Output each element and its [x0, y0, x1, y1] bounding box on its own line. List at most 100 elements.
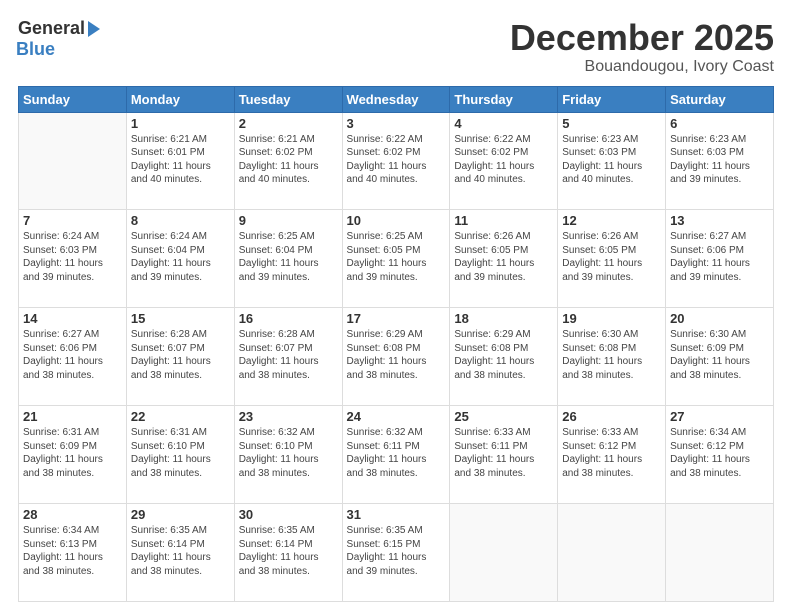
- location-text: Bouandougou, Ivory Coast: [510, 58, 774, 76]
- day-number: 20: [670, 311, 769, 326]
- calendar-cell: 30Sunrise: 6:35 AM Sunset: 6:14 PM Dayli…: [234, 504, 342, 602]
- day-info: Sunrise: 6:21 AM Sunset: 6:02 PM Dayligh…: [239, 133, 338, 187]
- day-info: Sunrise: 6:31 AM Sunset: 6:10 PM Dayligh…: [131, 426, 230, 480]
- page: General Blue December 2025 Bouandougou, …: [0, 0, 792, 612]
- calendar-cell: 1 Sunrise: 6:21 AM Sunset: 6:01 PM Daylig…: [126, 112, 234, 210]
- day-number: 14: [23, 311, 122, 326]
- calendar-cell: 3 Sunrise: 6:22 AM Sunset: 6:02 PM Daylig…: [342, 112, 450, 210]
- day-info: Sunrise: 6:24 AM Sunset: 6:04 PM Dayligh…: [131, 230, 230, 284]
- day-number: 17: [347, 311, 446, 326]
- month-title: December 2025: [510, 18, 774, 58]
- calendar-cell: 11 Sunrise: 6:26 AM Sunset: 6:05 PM Dayli…: [450, 210, 558, 308]
- day-number: 8: [131, 213, 230, 228]
- calendar-week-row: 1 Sunrise: 6:21 AM Sunset: 6:01 PM Daylig…: [19, 112, 774, 210]
- day-info: Sunrise: 6:21 AM Sunset: 6:01 PM Dayligh…: [131, 133, 230, 187]
- calendar-header-row: SundayMondayTuesdayWednesdayThursdayFrid…: [19, 86, 774, 112]
- calendar-cell: 14 Sunrise: 6:27 AM Sunset: 6:06 PM Dayli…: [19, 308, 127, 406]
- calendar-cell: 10 Sunrise: 6:25 AM Sunset: 6:05 PM Dayli…: [342, 210, 450, 308]
- day-info: Sunrise: 6:27 AM Sunset: 6:06 PM Dayligh…: [670, 230, 769, 284]
- calendar-cell: [558, 504, 666, 602]
- logo-arrow-icon: [88, 21, 100, 37]
- calendar-cell: 19 Sunrise: 6:30 AM Sunset: 6:08 PM Dayli…: [558, 308, 666, 406]
- day-info: Sunrise: 6:35 AM Sunset: 6:14 PM Dayligh…: [239, 524, 338, 578]
- day-info: Sunrise: 6:23 AM Sunset: 6:03 PM Dayligh…: [562, 133, 661, 187]
- header: General Blue December 2025 Bouandougou, …: [18, 18, 774, 76]
- day-number: 18: [454, 311, 553, 326]
- day-info: Sunrise: 6:30 AM Sunset: 6:08 PM Dayligh…: [562, 328, 661, 382]
- calendar-cell: 25 Sunrise: 6:33 AM Sunset: 6:11 PM Dayli…: [450, 406, 558, 504]
- day-info: Sunrise: 6:32 AM Sunset: 6:11 PM Dayligh…: [347, 426, 446, 480]
- day-number: 16: [239, 311, 338, 326]
- day-number: 5: [562, 116, 661, 131]
- day-info: Sunrise: 6:26 AM Sunset: 6:05 PM Dayligh…: [454, 230, 553, 284]
- calendar-week-row: 14 Sunrise: 6:27 AM Sunset: 6:06 PM Dayli…: [19, 308, 774, 406]
- col-header-wednesday: Wednesday: [342, 86, 450, 112]
- day-number: 6: [670, 116, 769, 131]
- day-number: 4: [454, 116, 553, 131]
- calendar-cell: 27Sunrise: 6:34 AM Sunset: 6:12 PM Dayli…: [666, 406, 774, 504]
- day-info: Sunrise: 6:22 AM Sunset: 6:02 PM Dayligh…: [347, 133, 446, 187]
- col-header-thursday: Thursday: [450, 86, 558, 112]
- day-info: Sunrise: 6:25 AM Sunset: 6:05 PM Dayligh…: [347, 230, 446, 284]
- calendar-week-row: 7Sunrise: 6:24 AM Sunset: 6:03 PM Daylig…: [19, 210, 774, 308]
- day-number: 3: [347, 116, 446, 131]
- day-info: Sunrise: 6:30 AM Sunset: 6:09 PM Dayligh…: [670, 328, 769, 382]
- col-header-tuesday: Tuesday: [234, 86, 342, 112]
- day-info: Sunrise: 6:33 AM Sunset: 6:11 PM Dayligh…: [454, 426, 553, 480]
- day-number: 25: [454, 409, 553, 424]
- day-number: 28: [23, 507, 122, 522]
- day-info: Sunrise: 6:35 AM Sunset: 6:15 PM Dayligh…: [347, 524, 446, 578]
- day-info: Sunrise: 6:29 AM Sunset: 6:08 PM Dayligh…: [454, 328, 553, 382]
- day-number: 26: [562, 409, 661, 424]
- calendar-cell: [666, 504, 774, 602]
- day-number: 31: [347, 507, 446, 522]
- day-number: 9: [239, 213, 338, 228]
- calendar-cell: 17Sunrise: 6:29 AM Sunset: 6:08 PM Dayli…: [342, 308, 450, 406]
- calendar-cell: 28Sunrise: 6:34 AM Sunset: 6:13 PM Dayli…: [19, 504, 127, 602]
- day-info: Sunrise: 6:23 AM Sunset: 6:03 PM Dayligh…: [670, 133, 769, 187]
- day-number: 21: [23, 409, 122, 424]
- day-info: Sunrise: 6:28 AM Sunset: 6:07 PM Dayligh…: [131, 328, 230, 382]
- logo: General Blue: [18, 18, 100, 60]
- day-number: 1: [131, 116, 230, 131]
- calendar-cell: 7Sunrise: 6:24 AM Sunset: 6:03 PM Daylig…: [19, 210, 127, 308]
- calendar-cell: 26Sunrise: 6:33 AM Sunset: 6:12 PM Dayli…: [558, 406, 666, 504]
- calendar-cell: 16 Sunrise: 6:28 AM Sunset: 6:07 PM Dayli…: [234, 308, 342, 406]
- day-number: 7: [23, 213, 122, 228]
- title-area: December 2025 Bouandougou, Ivory Coast: [510, 18, 774, 76]
- calendar-cell: 24Sunrise: 6:32 AM Sunset: 6:11 PM Dayli…: [342, 406, 450, 504]
- day-number: 19: [562, 311, 661, 326]
- calendar-cell: [450, 504, 558, 602]
- calendar-table: SundayMondayTuesdayWednesdayThursdayFrid…: [18, 86, 774, 602]
- calendar-cell: 31 Sunrise: 6:35 AM Sunset: 6:15 PM Dayli…: [342, 504, 450, 602]
- calendar-cell: 29Sunrise: 6:35 AM Sunset: 6:14 PM Dayli…: [126, 504, 234, 602]
- logo-general-text: General: [18, 18, 85, 39]
- day-info: Sunrise: 6:32 AM Sunset: 6:10 PM Dayligh…: [239, 426, 338, 480]
- col-header-saturday: Saturday: [666, 86, 774, 112]
- day-info: Sunrise: 6:35 AM Sunset: 6:14 PM Dayligh…: [131, 524, 230, 578]
- calendar-cell: 18 Sunrise: 6:29 AM Sunset: 6:08 PM Dayli…: [450, 308, 558, 406]
- calendar-cell: 23 Sunrise: 6:32 AM Sunset: 6:10 PM Dayli…: [234, 406, 342, 504]
- col-header-friday: Friday: [558, 86, 666, 112]
- day-info: Sunrise: 6:31 AM Sunset: 6:09 PM Dayligh…: [23, 426, 122, 480]
- day-info: Sunrise: 6:27 AM Sunset: 6:06 PM Dayligh…: [23, 328, 122, 382]
- day-number: 10: [347, 213, 446, 228]
- day-info: Sunrise: 6:22 AM Sunset: 6:02 PM Dayligh…: [454, 133, 553, 187]
- day-number: 2: [239, 116, 338, 131]
- calendar-cell: [19, 112, 127, 210]
- day-number: 23: [239, 409, 338, 424]
- calendar-cell: 6 Sunrise: 6:23 AM Sunset: 6:03 PM Daylig…: [666, 112, 774, 210]
- day-number: 11: [454, 213, 553, 228]
- col-header-monday: Monday: [126, 86, 234, 112]
- calendar-cell: 13Sunrise: 6:27 AM Sunset: 6:06 PM Dayli…: [666, 210, 774, 308]
- day-info: Sunrise: 6:28 AM Sunset: 6:07 PM Dayligh…: [239, 328, 338, 382]
- calendar-cell: 8 Sunrise: 6:24 AM Sunset: 6:04 PM Daylig…: [126, 210, 234, 308]
- day-number: 15: [131, 311, 230, 326]
- calendar-cell: 12Sunrise: 6:26 AM Sunset: 6:05 PM Dayli…: [558, 210, 666, 308]
- col-header-sunday: Sunday: [19, 86, 127, 112]
- calendar-cell: 5 Sunrise: 6:23 AM Sunset: 6:03 PM Daylig…: [558, 112, 666, 210]
- day-info: Sunrise: 6:25 AM Sunset: 6:04 PM Dayligh…: [239, 230, 338, 284]
- calendar-cell: 4 Sunrise: 6:22 AM Sunset: 6:02 PM Daylig…: [450, 112, 558, 210]
- calendar-cell: 15 Sunrise: 6:28 AM Sunset: 6:07 PM Dayli…: [126, 308, 234, 406]
- calendar-cell: 20 Sunrise: 6:30 AM Sunset: 6:09 PM Dayli…: [666, 308, 774, 406]
